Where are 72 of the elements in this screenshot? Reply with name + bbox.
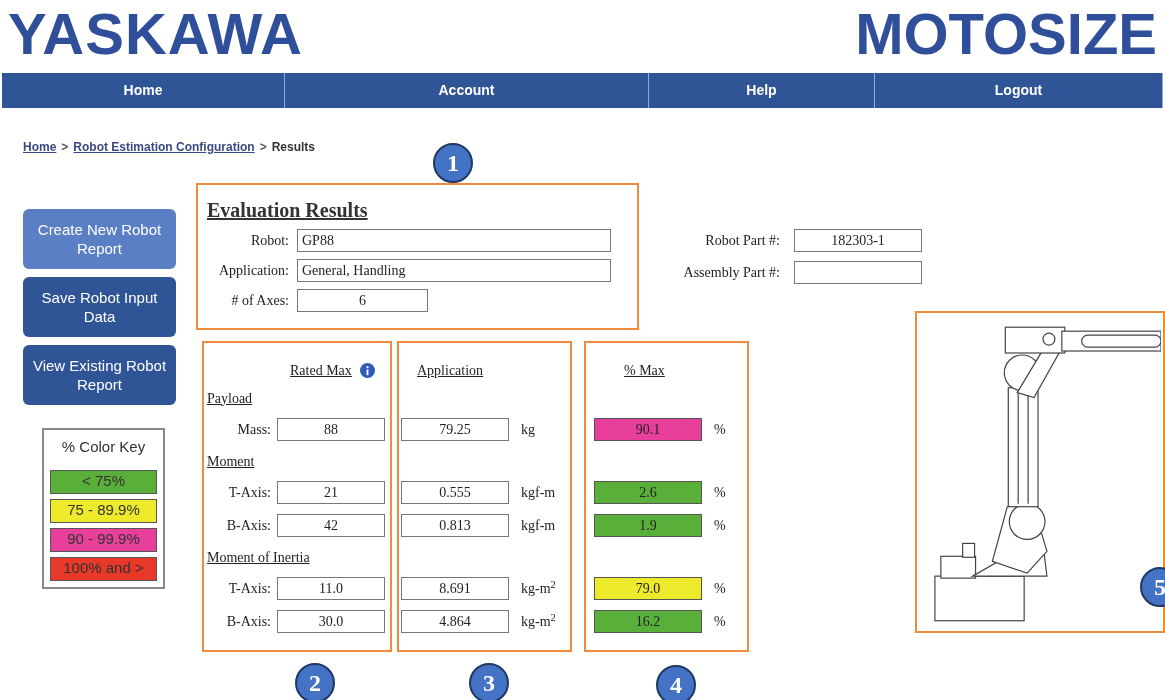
breadcrumb-current: Results	[271, 139, 316, 156]
text-field[interactable]: GP88	[297, 229, 611, 252]
text-field[interactable]	[794, 261, 922, 284]
unit-label: %	[714, 421, 726, 439]
product-logo: MOTOSIZE	[855, 5, 1157, 63]
value-field[interactable]: 0.555	[401, 481, 509, 504]
nav-link[interactable]: Account	[285, 73, 649, 108]
action-button[interactable]: Create New Robot Report	[23, 209, 176, 269]
field-label: Robot Part #:	[704, 232, 781, 250]
nav-link[interactable]: Help	[649, 73, 875, 108]
section-title: Evaluation Results	[207, 199, 369, 221]
field-label: Mass:	[236, 421, 272, 439]
column-header: Rated Max	[290, 361, 352, 380]
unit-label: %	[714, 517, 726, 535]
color-key-title: % Color Key	[60, 437, 147, 457]
text-field[interactable]: 182303-1	[794, 229, 922, 252]
unit-label: kg-m$^{2}$	[521, 578, 556, 598]
field-label: Robot:	[249, 232, 290, 250]
value-field[interactable]: 0.813	[401, 514, 509, 537]
value-field[interactable]: 42	[277, 514, 385, 537]
callout-badge: 5	[1140, 567, 1165, 607]
value-field[interactable]: 4.864	[401, 610, 509, 633]
field-label: T-Axis:	[227, 580, 272, 598]
callout-badge: 1	[433, 143, 473, 183]
percent-indicator: 2.6	[594, 481, 702, 504]
callout-badge: 2	[295, 663, 335, 700]
unit-label: kg-m$^{2}$	[521, 611, 556, 631]
action-button[interactable]: View Existing Robot Report	[23, 345, 176, 405]
action-button[interactable]: Save Robot Input Data	[23, 277, 176, 337]
breadcrumb-separator: >	[61, 139, 69, 156]
nav-link[interactable]: Home	[2, 73, 285, 108]
text-field[interactable]: General, Handling	[297, 259, 611, 282]
field-label: T-Axis:	[227, 484, 272, 502]
color-key-swatch: 100% and >	[50, 556, 157, 581]
value-field[interactable]: 21	[277, 481, 385, 504]
percent-indicator: 79.0	[594, 577, 702, 600]
field-label: Assembly Part #:	[682, 264, 781, 282]
value-field[interactable]: 88	[277, 418, 385, 441]
unit-label: %	[714, 580, 726, 598]
unit-label: kgf-m	[521, 517, 556, 535]
breadcrumb-separator: >	[259, 139, 267, 156]
nav-link[interactable]: Logout	[875, 73, 1163, 108]
field-label: B-Axis:	[225, 517, 272, 535]
value-field[interactable]: 11.0	[277, 577, 385, 600]
callout-badge: 4	[656, 665, 696, 700]
logo: YASKAWA	[8, 5, 303, 63]
unit-label: %	[714, 484, 726, 502]
unit-label: kg	[521, 421, 535, 439]
color-key-swatch: 90 - 99.9%	[50, 527, 157, 552]
value-field[interactable]: 79.25	[401, 418, 509, 441]
percent-indicator: 16.2	[594, 610, 702, 633]
unit-label: kgf-m	[521, 484, 556, 502]
section-label: Moment	[207, 452, 255, 471]
unit-label: %	[714, 613, 726, 631]
field-label: Application:	[218, 262, 290, 280]
info-icon[interactable]	[359, 362, 375, 378]
color-key-swatch: 75 - 89.9%	[50, 498, 157, 523]
breadcrumb-link[interactable]: Home	[23, 138, 57, 156]
percent-indicator: 1.9	[594, 514, 702, 537]
column-header: Application	[417, 361, 484, 380]
percent-indicator: 90.1	[594, 418, 702, 441]
section-label: Moment of Inertia	[207, 548, 310, 567]
callout-badge: 3	[469, 663, 509, 700]
field-label: # of Axes:	[230, 292, 290, 310]
column-header: % Max	[624, 361, 665, 380]
value-field[interactable]: 8.691	[401, 577, 509, 600]
section-label: Payload	[207, 389, 253, 408]
field-label: B-Axis:	[225, 613, 272, 631]
color-key-swatch: < 75%	[50, 469, 157, 494]
value-field[interactable]: 30.0	[277, 610, 385, 633]
text-field[interactable]: 6	[297, 289, 428, 312]
breadcrumb-link[interactable]: Robot Estimation Configuration	[73, 138, 255, 156]
